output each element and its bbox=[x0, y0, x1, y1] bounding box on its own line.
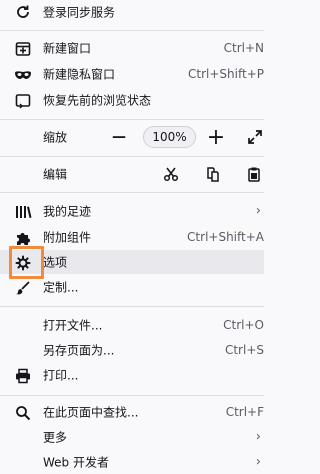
save-page-menu-item[interactable]: 另存页面为... Ctrl+S bbox=[0, 338, 264, 362]
separator bbox=[0, 306, 264, 307]
save-page-shortcut: Ctrl+S bbox=[224, 343, 264, 357]
zoom-in-icon: + bbox=[206, 124, 226, 150]
copy-icon bbox=[207, 167, 219, 182]
printer-icon bbox=[14, 367, 32, 385]
sync-icon bbox=[14, 3, 32, 21]
options-label: 选项 bbox=[43, 255, 68, 270]
edit-label: 编辑 bbox=[43, 167, 68, 182]
chevron-right-icon: › bbox=[255, 203, 261, 219]
web-developer-menu-item[interactable]: Web 开发者 › bbox=[0, 450, 264, 474]
separator bbox=[0, 119, 264, 120]
paintbrush-icon bbox=[14, 279, 32, 297]
find-in-page-label: 在此页面中查找... bbox=[43, 405, 139, 420]
sync-menu-item[interactable]: 登录同步服务 bbox=[0, 0, 264, 24]
customize-label: 定制... bbox=[43, 280, 79, 295]
new-private-window-label: 新建隐私窗口 bbox=[43, 67, 116, 82]
restore-session-label: 恢复先前的浏览状态 bbox=[43, 93, 152, 108]
zoom-controls: 缩放 — 100% + bbox=[0, 124, 264, 150]
restore-session-icon bbox=[14, 92, 32, 110]
print-menu-item[interactable]: 打印... bbox=[0, 363, 264, 387]
scissors-icon bbox=[163, 167, 179, 182]
sync-label: 登录同步服务 bbox=[43, 5, 116, 20]
puzzle-icon bbox=[14, 229, 32, 247]
separator bbox=[0, 156, 264, 157]
edit-controls: 编辑 bbox=[0, 162, 264, 186]
more-menu-item[interactable]: 更多 › bbox=[0, 425, 264, 449]
library-menu-item[interactable]: 我的足迹 › bbox=[0, 199, 264, 223]
private-mask-icon bbox=[14, 66, 32, 84]
fullscreen-icon bbox=[248, 130, 262, 144]
find-in-page-shortcut: Ctrl+F bbox=[225, 405, 264, 419]
new-private-window-shortcut: Ctrl+Shift+P bbox=[188, 67, 264, 81]
addons-shortcut: Ctrl+Shift+A bbox=[187, 230, 264, 244]
save-page-label: 另存页面为... bbox=[43, 343, 115, 358]
cut-button[interactable] bbox=[160, 163, 182, 185]
copy-button[interactable] bbox=[202, 163, 224, 185]
app-menu-panel: 登录同步服务 新建窗口 Ctrl+N 新建隐私窗口 Ctrl+Shift+P 恢… bbox=[0, 0, 264, 474]
customize-menu-item[interactable]: 定制... bbox=[0, 275, 264, 299]
chevron-right-icon: › bbox=[255, 429, 261, 445]
find-in-page-menu-item[interactable]: 在此页面中查找... Ctrl+F bbox=[0, 400, 264, 424]
zoom-reset-button[interactable]: 100% bbox=[143, 126, 196, 148]
chevron-right-icon: › bbox=[255, 454, 261, 470]
new-window-icon bbox=[14, 40, 32, 58]
new-window-menu-item[interactable]: 新建窗口 Ctrl+N bbox=[0, 36, 264, 60]
new-window-label: 新建窗口 bbox=[43, 41, 92, 56]
open-file-shortcut: Ctrl+O bbox=[223, 318, 264, 332]
library-label: 我的足迹 bbox=[43, 204, 92, 219]
new-window-shortcut: Ctrl+N bbox=[223, 41, 264, 55]
zoom-in-button[interactable]: + bbox=[204, 124, 228, 150]
new-private-window-menu-item[interactable]: 新建隐私窗口 Ctrl+Shift+P bbox=[0, 62, 264, 86]
search-icon bbox=[14, 404, 32, 422]
web-developer-label: Web 开发者 bbox=[43, 455, 109, 470]
fullscreen-button[interactable] bbox=[243, 125, 267, 149]
paste-button[interactable] bbox=[243, 163, 265, 185]
open-file-menu-item[interactable]: 打开文件... Ctrl+O bbox=[0, 313, 264, 337]
more-label: 更多 bbox=[43, 430, 68, 445]
print-label: 打印... bbox=[43, 368, 79, 383]
separator bbox=[0, 192, 264, 193]
zoom-label: 缩放 bbox=[43, 130, 68, 145]
addons-label: 附加组件 bbox=[43, 230, 92, 245]
paste-icon bbox=[248, 167, 260, 182]
open-file-label: 打开文件... bbox=[43, 318, 103, 333]
separator bbox=[0, 30, 264, 31]
restore-session-menu-item[interactable]: 恢复先前的浏览状态 bbox=[0, 88, 264, 112]
library-icon bbox=[14, 203, 32, 221]
separator bbox=[0, 395, 264, 396]
zoom-out-button[interactable]: — bbox=[107, 125, 131, 149]
zoom-out-icon: — bbox=[112, 129, 126, 145]
